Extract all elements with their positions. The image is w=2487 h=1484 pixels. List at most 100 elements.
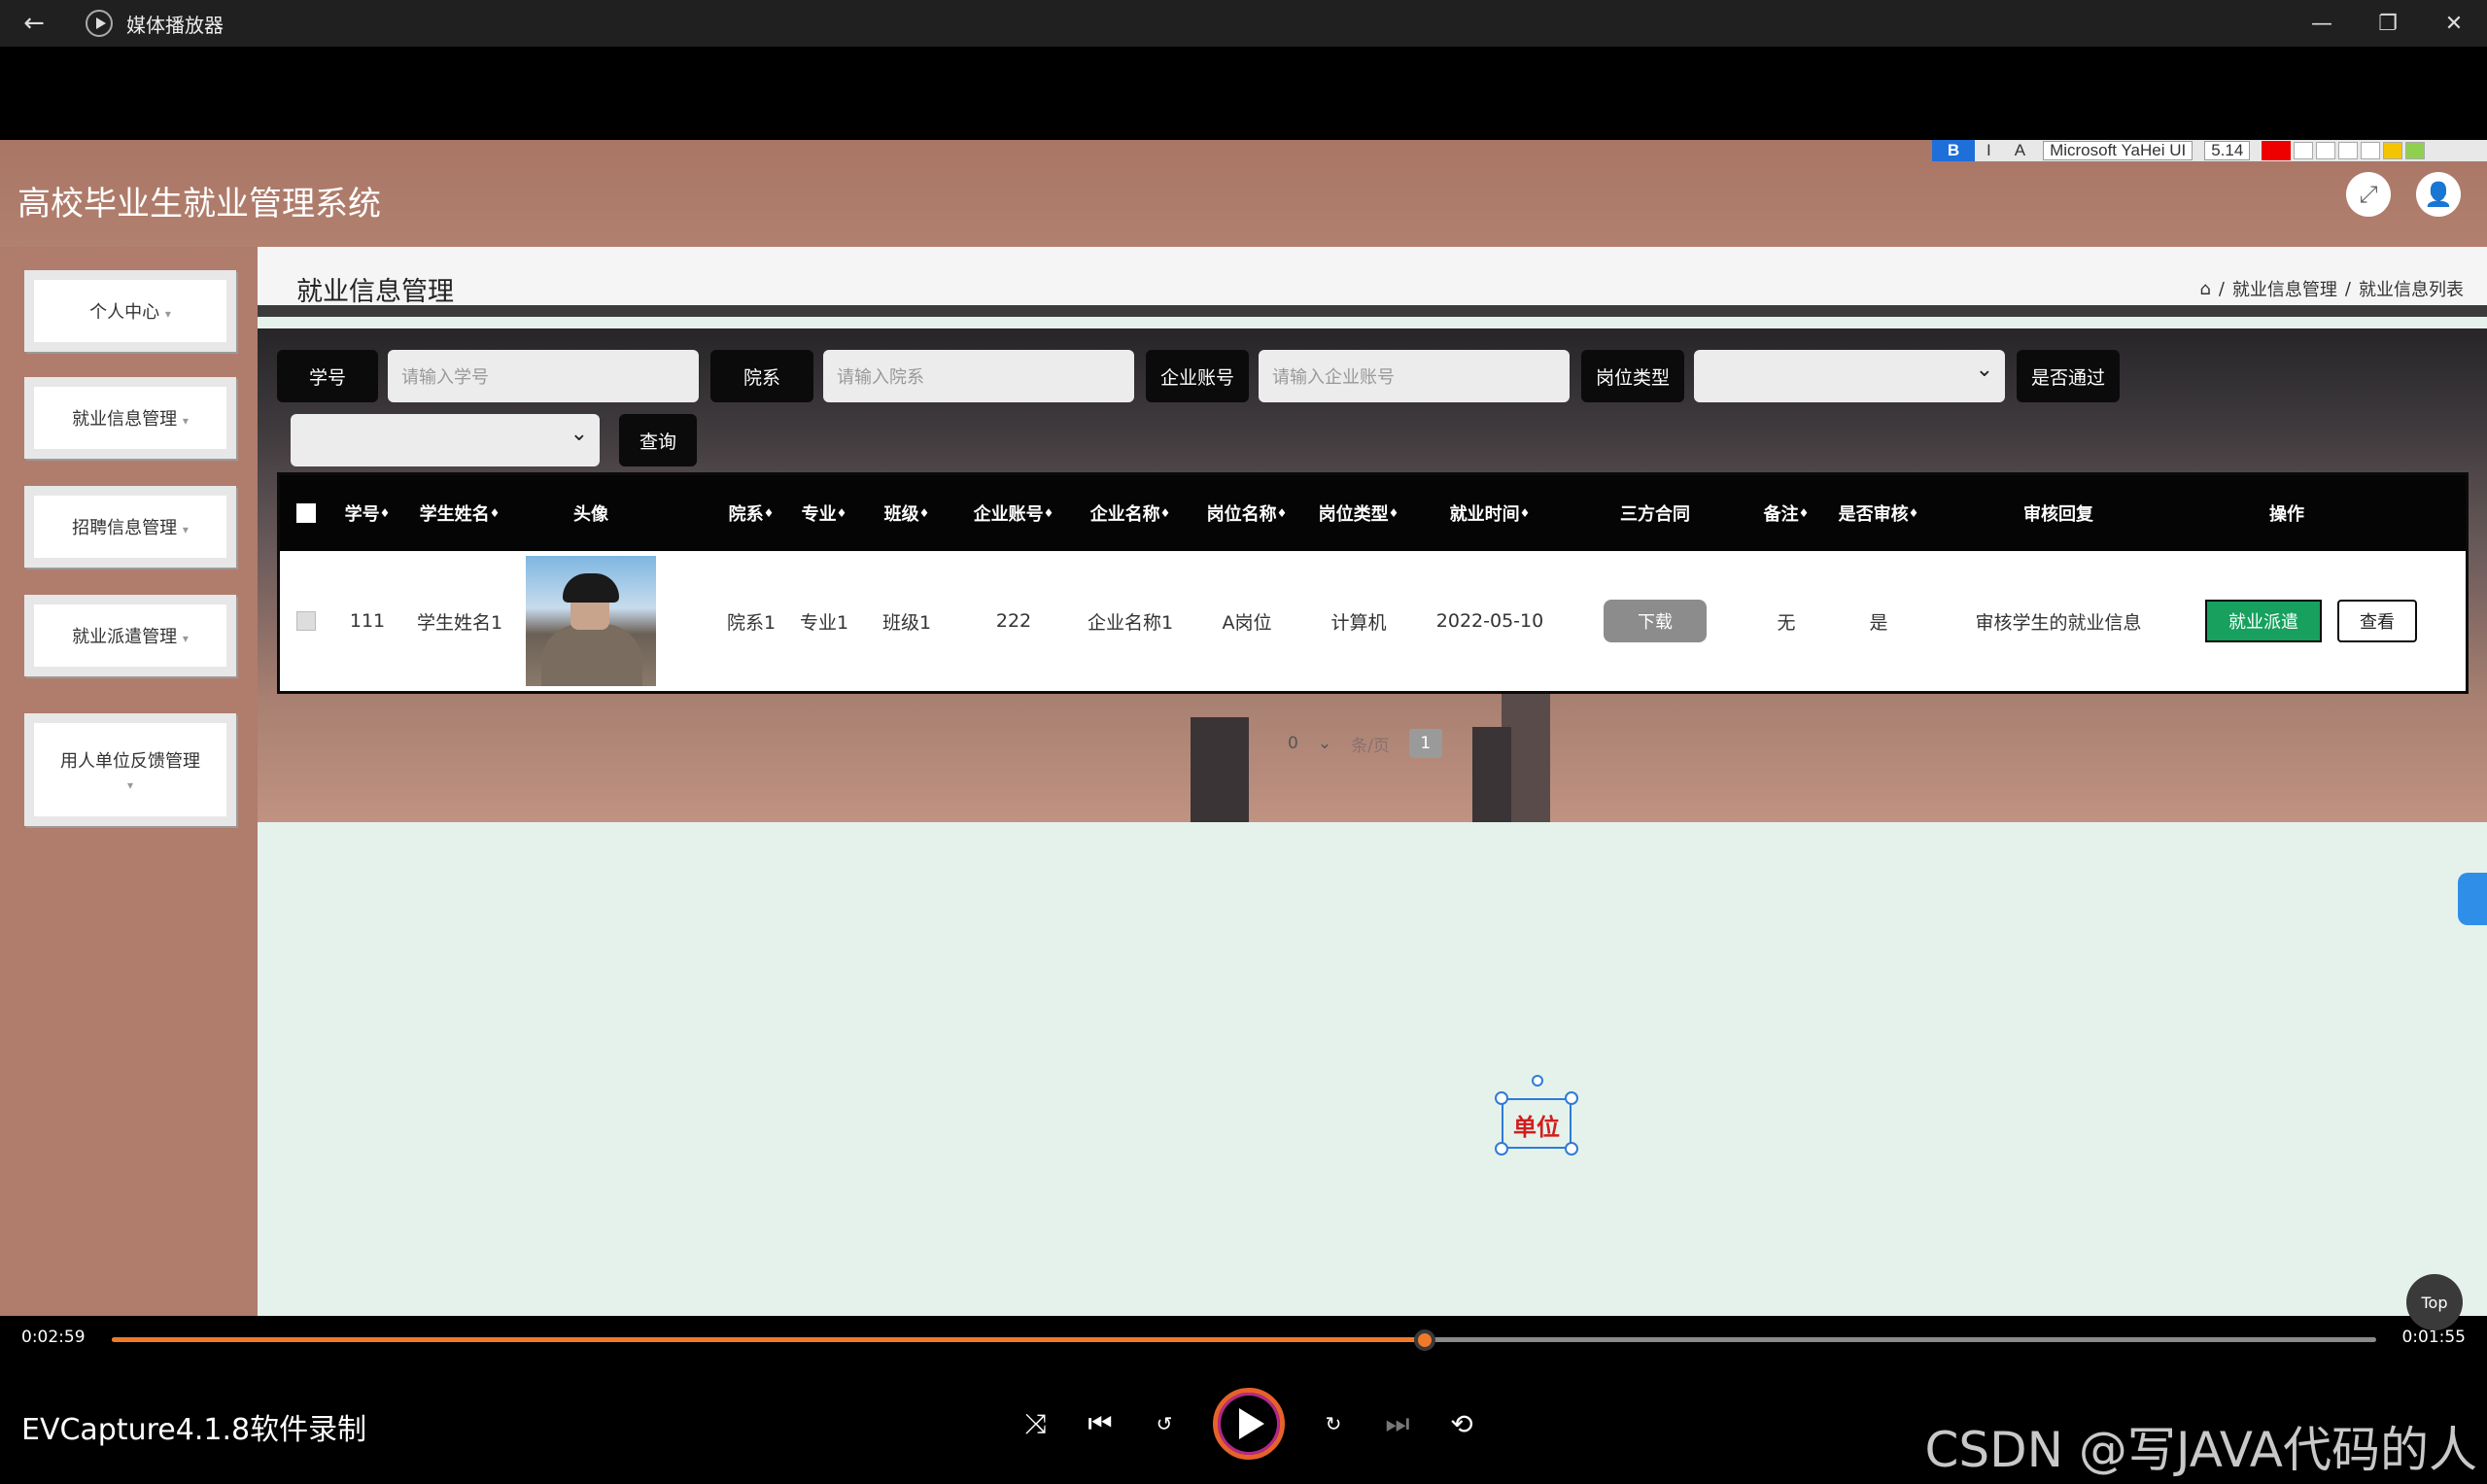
playback-controls: ⤨ ⏮ ↺ ↻ ⏭ ⟲ bbox=[1020, 1388, 1477, 1460]
cell-remark: 无 bbox=[1777, 611, 1796, 634]
col-header-major[interactable]: 专业 ♦ bbox=[790, 475, 858, 551]
sidebar-item-personal-center[interactable]: 个人中心 ▾ bbox=[24, 270, 236, 352]
approved-select[interactable] bbox=[291, 414, 600, 466]
view-button[interactable]: 查看 bbox=[2337, 600, 2417, 642]
page-size-chevron-icon[interactable]: ⌄ bbox=[1318, 734, 1331, 753]
sidebar-item-label: 招聘信息管理 ▾ bbox=[72, 518, 189, 538]
layout-icon[interactable] bbox=[2361, 142, 2381, 159]
dept-input[interactable]: 请输入院系 bbox=[823, 350, 1134, 402]
company-account-label: 企业账号 bbox=[1146, 350, 1249, 402]
remaining-time: 0:01:55 bbox=[2401, 1328, 2466, 1347]
student-no-label: 学号 bbox=[277, 350, 378, 402]
sidebar-item-label: 个人中心 ▾ bbox=[89, 302, 171, 323]
csdn-watermark: CSDN @写JAVA代码的人 bbox=[1924, 1422, 2477, 1478]
col-header-avatar: 头像 bbox=[573, 504, 608, 525]
table-icon[interactable] bbox=[2316, 142, 2336, 159]
student-no-input[interactable]: 请输入学号 bbox=[388, 350, 699, 402]
font-size-select[interactable]: 5.14 bbox=[2204, 141, 2251, 160]
col-header-student-name[interactable]: 学生姓名 ♦ bbox=[406, 475, 513, 551]
col-header-job-name[interactable]: 岗位名称 ♦ bbox=[1198, 475, 1295, 551]
sidebar-item-recruitment-info[interactable]: 招聘信息管理 ▾ bbox=[24, 486, 236, 568]
page-button-current[interactable]: 1 bbox=[1408, 729, 1442, 758]
annotation-text-box[interactable]: 单位 bbox=[1495, 1075, 1578, 1156]
dispatch-button[interactable]: 就业派遣 bbox=[2205, 600, 2322, 642]
video-letterbox-top bbox=[0, 47, 2487, 140]
col-header-class[interactable]: 班级 ♦ bbox=[868, 475, 946, 551]
window-titlebar: ← 媒体播放器 — ❐ ✕ bbox=[0, 0, 2487, 47]
close-window-button[interactable]: ✕ bbox=[2421, 0, 2487, 47]
forward-30-icon[interactable]: ↻ bbox=[1318, 1408, 1349, 1439]
table-header: 学号 ♦ 学生姓名 ♦ 头像 院系 ♦ 专业 ♦ 班级 ♦ 企业账号 ♦ 企业名称 ♦ 岗位名… bbox=[280, 475, 2466, 551]
highlight-icon[interactable] bbox=[2405, 142, 2426, 159]
resize-handle[interactable] bbox=[1495, 1142, 1508, 1156]
color-swatch[interactable] bbox=[2262, 141, 2292, 160]
cell-company-name: 企业名称1 bbox=[1087, 611, 1174, 634]
page-size-hint: 条/页 bbox=[1351, 736, 1390, 756]
sidebar-item-dispatch[interactable]: 就业派遣管理 ▾ bbox=[24, 595, 236, 676]
cell-student-name: 学生姓名1 bbox=[416, 611, 503, 634]
back-arrow-icon[interactable]: ← bbox=[0, 0, 68, 47]
shuffle-icon[interactable]: ⤨ bbox=[1020, 1407, 1052, 1439]
col-header-company-account[interactable]: 企业账号 ♦ bbox=[960, 475, 1067, 551]
scroll-top-button[interactable]: Top bbox=[2406, 1274, 2463, 1330]
window-controls: — ❐ ✕ bbox=[2289, 0, 2487, 47]
play-button[interactable] bbox=[1213, 1388, 1285, 1460]
col-header-review-reply: 审核回复 bbox=[2023, 504, 2093, 525]
query-button[interactable]: 查询 bbox=[619, 414, 697, 466]
sidebar-item-employer-feedback[interactable]: 用人单位反馈管理 ▾ bbox=[24, 713, 236, 826]
web-app-frame: 高校毕业生就业管理系统 B I A Microsoft YaHei UI 5.1… bbox=[0, 140, 2487, 1316]
window-title: 媒体播放器 bbox=[126, 13, 224, 37]
download-contract-button[interactable]: 下载 bbox=[1604, 600, 1707, 642]
previous-icon[interactable]: ⏮ bbox=[1085, 1407, 1116, 1439]
resize-handle[interactable] bbox=[1565, 1142, 1578, 1156]
fill-icon[interactable] bbox=[2383, 142, 2403, 159]
resize-handle[interactable] bbox=[1565, 1091, 1578, 1105]
select-all-checkbox[interactable] bbox=[295, 475, 317, 551]
sidebar-item-employment-info[interactable]: 就业信息管理 ▾ bbox=[24, 377, 236, 459]
col-header-student-no[interactable]: 学号 ♦ bbox=[338, 475, 397, 551]
font-select[interactable]: Microsoft YaHei UI bbox=[2043, 141, 2193, 160]
restore-button[interactable]: ❐ bbox=[2355, 0, 2421, 47]
breadcrumb-item-employment-info[interactable]: 就业信息管理 bbox=[2232, 276, 2337, 301]
col-header-company-name[interactable]: 企业名称 ♦ bbox=[1077, 475, 1184, 551]
grid-icon[interactable] bbox=[2338, 142, 2359, 159]
company-account-input[interactable]: 请输入企业账号 bbox=[1259, 350, 1570, 402]
text-format-icon[interactable]: A bbox=[2003, 141, 2037, 160]
border-icon[interactable] bbox=[2294, 142, 2314, 159]
italic-button[interactable]: I bbox=[1975, 141, 2003, 160]
minimize-button[interactable]: — bbox=[2289, 0, 2355, 47]
home-icon[interactable]: ⌂ bbox=[2199, 279, 2210, 299]
next-icon[interactable]: ⏭ bbox=[1382, 1407, 1413, 1439]
pagination: 0 ⌄ 条/页 1 bbox=[1288, 729, 1442, 758]
media-player-app-icon bbox=[86, 10, 113, 37]
rewind-10-icon[interactable]: ↺ bbox=[1149, 1408, 1180, 1439]
col-header-employ-date[interactable]: 就业时间 ♦ bbox=[1427, 475, 1553, 551]
cell-contract: 下载 bbox=[1592, 551, 1718, 691]
floating-side-button[interactable] bbox=[2458, 873, 2487, 925]
rotate-handle[interactable] bbox=[1532, 1075, 1543, 1087]
resize-handle[interactable] bbox=[1495, 1091, 1508, 1105]
fullscreen-toggle-icon[interactable]: ⤢ bbox=[2346, 172, 2391, 217]
col-header-remark[interactable]: 备注 ♦ bbox=[1757, 475, 1815, 551]
media-player-controls: 0:02:59 0:01:55 EVCapture4.1.8软件录制 ⤨ ⏮ ↺… bbox=[0, 1316, 2487, 1484]
seek-bar[interactable] bbox=[112, 1329, 2376, 1351]
building-silhouette bbox=[1472, 727, 1511, 822]
student-avatar-image[interactable] bbox=[526, 556, 656, 686]
user-avatar-icon[interactable]: 👤 bbox=[2416, 172, 2461, 217]
cell-avatar bbox=[523, 551, 659, 691]
col-header-job-type[interactable]: 岗位类型 ♦ bbox=[1305, 475, 1412, 551]
main-content: 就业信息管理 ⌂ / 就业信息管理 / 就业信息列表 学号 请输入学号 院系 请… bbox=[258, 247, 2487, 1316]
annotation-text: 单位 bbox=[1513, 1114, 1560, 1141]
col-header-actions: 操作 bbox=[2269, 504, 2304, 525]
col-header-reviewed[interactable]: 是否审核 ♦ bbox=[1825, 475, 1932, 551]
rich-text-toolbar: B I A Microsoft YaHei UI 5.14 bbox=[1932, 140, 2487, 161]
row-checkbox[interactable] bbox=[295, 551, 317, 691]
col-header-dept[interactable]: 院系 ♦ bbox=[717, 475, 785, 551]
sidebar-item-label: 就业信息管理 ▾ bbox=[72, 409, 189, 430]
col-header-contract: 三方合同 bbox=[1620, 504, 1690, 525]
bold-button[interactable]: B bbox=[1932, 140, 1975, 161]
repeat-off-icon[interactable]: ⟲ bbox=[1446, 1408, 1477, 1440]
job-type-select[interactable] bbox=[1694, 350, 2005, 402]
sidebar-item-label: 就业派遣管理 ▾ bbox=[72, 627, 189, 647]
seek-thumb[interactable] bbox=[1414, 1329, 1436, 1351]
